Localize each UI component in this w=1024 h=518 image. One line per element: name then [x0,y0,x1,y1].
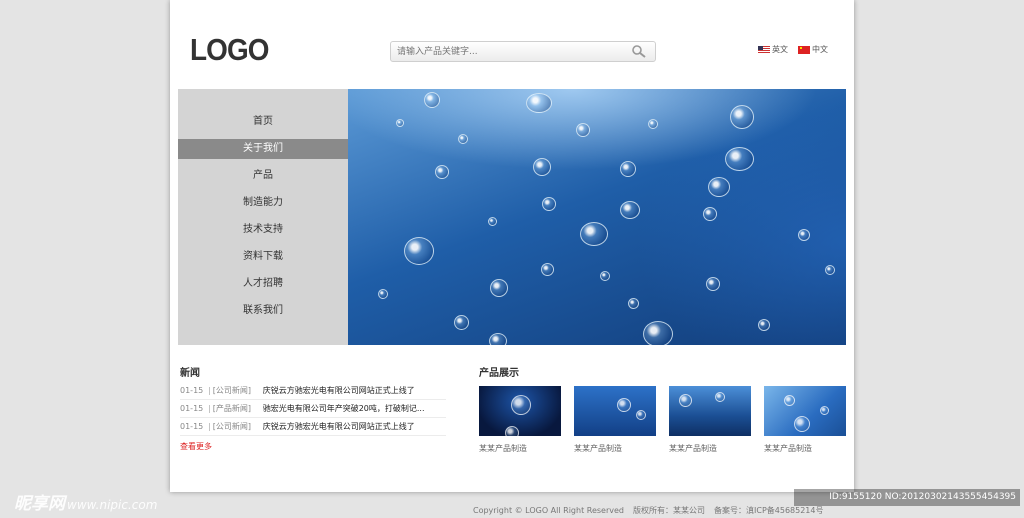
main-nav: 首页 关于我们 产品 制造能力 技术支持 资料下载 人才招聘 联系我们 [178,89,349,345]
watermark-brand-name: 昵享网 [14,494,65,514]
footer-icp: 备案号：滇ICP备45685214号 [714,506,824,515]
news-date: 01-15 [180,404,204,413]
nav-item-support[interactable]: 技术支持 [178,220,348,240]
news-date: 01-15 [180,386,204,395]
search-input[interactable] [397,44,617,59]
search-button[interactable] [631,44,647,59]
product-thumbnail[interactable] [669,386,751,436]
nav-item-careers[interactable]: 人才招聘 [178,274,348,294]
news-category: [公司新闻] [212,422,251,431]
china-flag-icon [798,45,810,54]
page-container: LOGO 英文 中文 首页 关于我们 产品 制造能力 技术支持 资料下载 人才招… [170,0,854,492]
nav-item-contact[interactable]: 联系我们 [178,301,348,321]
news-separator: | [208,404,211,413]
nav-item-home[interactable]: 首页 [178,112,348,132]
site-logo[interactable]: LOGO [190,32,269,68]
news-item[interactable]: 01-15 | [公司新闻] 庆锐云方驰宏光电有限公司网站正式上线了 [180,382,446,400]
footer-copyright: Copyright © LOGO All Right Reserved [473,506,624,515]
nav-item-downloads[interactable]: 资料下载 [178,247,348,267]
banner-image [348,89,846,345]
news-separator: | [208,386,211,395]
product-caption[interactable]: 某某产品制造 [764,443,846,454]
news-list: 01-15 | [公司新闻] 庆锐云方驰宏光电有限公司网站正式上线了 01-15 | [产… [180,382,446,436]
nav-item-manufacturing[interactable]: 制造能力 [178,193,348,213]
us-flag-icon [758,45,770,54]
news-date: 01-15 [180,422,204,431]
news-item[interactable]: 01-15 | [产品新闻] 驰宏光电有限公司年产突破20吨，打破制记... [180,400,446,418]
watermark-brand: 昵享网 www.nipic.com [14,489,157,514]
lang-chinese-label: 中文 [812,45,828,54]
search-box [390,41,656,62]
news-more-link[interactable]: 查看更多 [180,441,212,452]
lang-chinese-link[interactable]: 中文 [798,44,828,55]
watermark-id: ID:9155120 NO:20120302143555454395 [794,489,1020,506]
product-card: 某某产品制造 [669,386,751,454]
news-item[interactable]: 01-15 | [公司新闻] 庆锐云方驰宏光电有限公司网站正式上线了 [180,418,446,436]
news-headline: 庆锐云方驰宏光电有限公司网站正式上线了 [262,386,415,395]
news-category: [公司新闻] [212,386,251,395]
product-thumbnail[interactable] [479,386,561,436]
news-separator: | [208,422,211,431]
footer: Copyright © LOGO All Right Reserved 版权所有：… [473,505,833,516]
product-caption[interactable]: 某某产品制造 [574,443,656,454]
news-category: [产品新闻] [212,404,251,413]
footer-owner: 版权所有：某某公司 [633,506,705,515]
product-card: 某某产品制造 [574,386,656,454]
news-heading: 新闻 [180,368,200,379]
product-caption[interactable]: 某某产品制造 [669,443,751,454]
product-card: 某某产品制造 [479,386,561,454]
news-headline: 驰宏光电有限公司年产突破20吨，打破制记... [262,404,425,413]
product-caption[interactable]: 某某产品制造 [479,443,561,454]
watermark-url: www.nipic.com [67,498,158,512]
product-card: 某某产品制造 [764,386,846,454]
lang-english-label: 英文 [772,45,788,54]
products-heading: 产品展示 [479,368,519,379]
nav-item-products[interactable]: 产品 [178,166,348,186]
magnifier-icon [632,45,646,58]
news-headline: 庆锐云方驰宏光电有限公司网站正式上线了 [262,422,415,431]
nav-item-about[interactable]: 关于我们 [178,139,348,159]
product-thumbnail[interactable] [764,386,846,436]
product-thumbnail[interactable] [574,386,656,436]
lang-english-link[interactable]: 英文 [758,44,788,55]
